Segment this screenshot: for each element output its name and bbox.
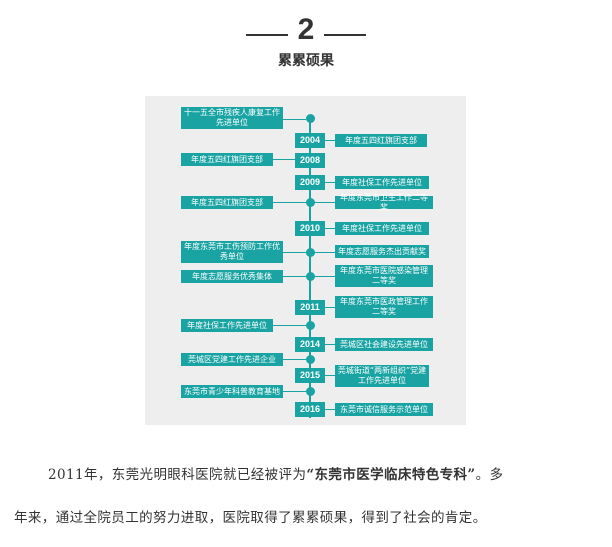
- timeline-right-item: 年度志愿服务杰出贡献奖: [335, 245, 429, 258]
- timeline-connector: [325, 182, 335, 183]
- timeline-right-item: 年度东莞市医政管理工作二等奖: [335, 296, 433, 318]
- paragraph-text: 。多: [475, 467, 504, 483]
- timeline-left-item: 年度五四红旗团支部: [181, 196, 273, 209]
- timeline-panel: 十一五全市残疾人康复工作先进单位 2004 年度五四红旗团支部 年度五四红旗团支…: [145, 96, 466, 425]
- timeline-connector: [311, 276, 335, 277]
- timeline-left-item: 年度东莞市工伤预防工作优秀单位: [181, 241, 283, 263]
- timeline-year: 2011: [295, 300, 325, 315]
- timeline-connector: [311, 252, 335, 253]
- timeline-connector: [325, 409, 335, 410]
- timeline-right-item: 莞城区社会建设先进单位: [335, 338, 433, 351]
- timeline-left-item: 年度五四红旗团支部: [181, 153, 273, 166]
- timeline-dot: [305, 387, 315, 396]
- timeline-connector: [325, 375, 335, 376]
- timeline-connector: [283, 252, 306, 253]
- timeline-connector: [325, 228, 335, 229]
- timeline-dot: [305, 321, 315, 330]
- timeline-connector: [283, 359, 306, 360]
- timeline-dot: [305, 114, 315, 123]
- timeline-year: 2014: [295, 337, 325, 352]
- timeline-connector: [325, 307, 335, 308]
- paragraph-text: 2011年，东莞光明眼科医院就已经被评为: [48, 467, 307, 483]
- timeline-left-item: 年度社保工作先进单位: [181, 319, 273, 332]
- section-header: 2 累累硕果: [0, 0, 612, 80]
- timeline-connector: [273, 159, 295, 160]
- timeline-connector: [325, 344, 335, 345]
- section-title: 累累硕果: [278, 53, 334, 69]
- timeline-year: 2015: [295, 368, 325, 383]
- timeline-year: 2016: [295, 402, 325, 417]
- timeline-year: 2008: [295, 153, 325, 168]
- timeline-year: 2010: [295, 221, 325, 236]
- timeline-connector: [325, 140, 335, 141]
- timeline-right-item: 年度东莞市医院感染管理二等奖: [335, 265, 433, 287]
- timeline-connector: [273, 202, 306, 203]
- timeline-year: 2004: [295, 133, 325, 148]
- timeline-right-item: 年度五四红旗团支部: [335, 134, 427, 147]
- timeline-connector: [283, 276, 306, 277]
- highlighted-title: “东莞市医学临床特色专科”: [306, 467, 476, 483]
- section-number: 2: [297, 13, 315, 46]
- header-rule-right: [324, 34, 366, 36]
- timeline-year: 2009: [295, 175, 325, 190]
- timeline-connector: [311, 202, 335, 203]
- timeline-dot: [305, 355, 315, 364]
- timeline-right-item: 年度社保工作先进单位: [335, 222, 429, 235]
- timeline-connector: [273, 325, 306, 326]
- timeline-left-item: 莞城区党建工作先进企业: [181, 353, 283, 366]
- body-paragraph-2: 年来，通过全院员工的努力进取，医院取得了累累硕果，得到了社会的肯定。: [14, 510, 487, 526]
- timeline-left-item: 东莞市青少年科普教育基地: [181, 385, 283, 398]
- timeline-right-item: 年度东莞市卫生工作二等奖: [335, 193, 433, 212]
- timeline-right-item: 年度社保工作先进单位: [335, 176, 429, 189]
- timeline-right-item: 莞城街道“两新组织”党建工作先进单位: [335, 365, 429, 387]
- timeline-connector: [283, 119, 306, 120]
- timeline-left-item: 年度志愿服务优秀集体: [181, 270, 283, 283]
- timeline-left-item: 十一五全市残疾人康复工作先进单位: [181, 107, 283, 129]
- body-paragraph-1: 2011年，东莞光明眼科医院就已经被评为“东莞市医学临床特色专科”。多: [14, 465, 600, 485]
- timeline-right-item: 东莞市诚信服务示范单位: [335, 403, 433, 416]
- timeline-connector: [283, 391, 306, 392]
